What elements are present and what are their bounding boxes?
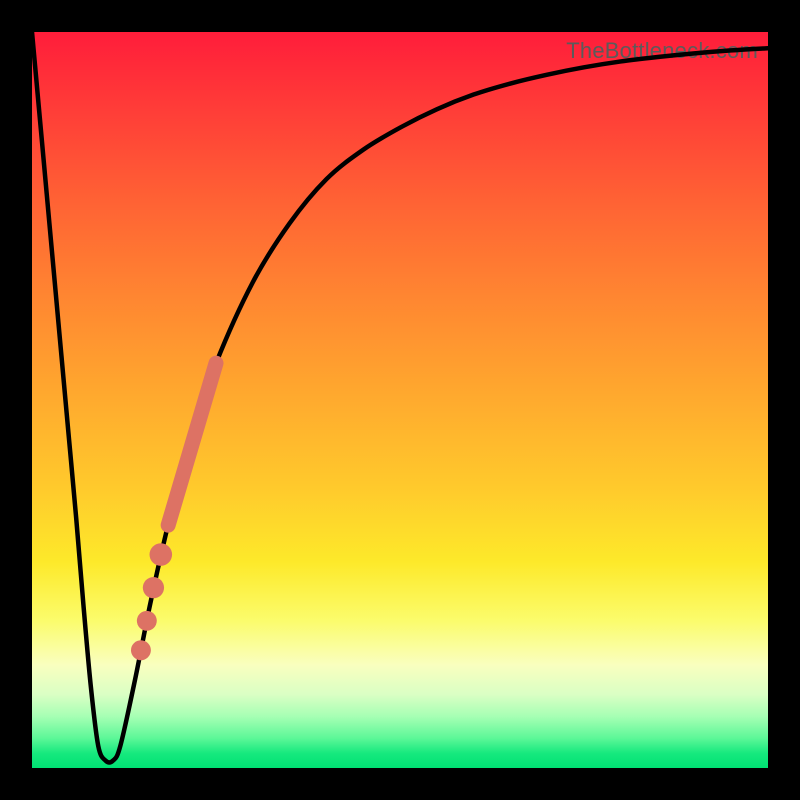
dot-3 bbox=[137, 611, 157, 631]
dot-4 bbox=[131, 640, 151, 660]
dot-2 bbox=[143, 577, 164, 598]
plot-area: TheBottleneck.com bbox=[32, 32, 768, 768]
chart-frame: TheBottleneck.com bbox=[0, 0, 800, 800]
curve-svg bbox=[32, 32, 768, 768]
marker-group bbox=[131, 363, 216, 660]
dot-1 bbox=[150, 543, 173, 566]
highlight-segment bbox=[168, 363, 216, 525]
